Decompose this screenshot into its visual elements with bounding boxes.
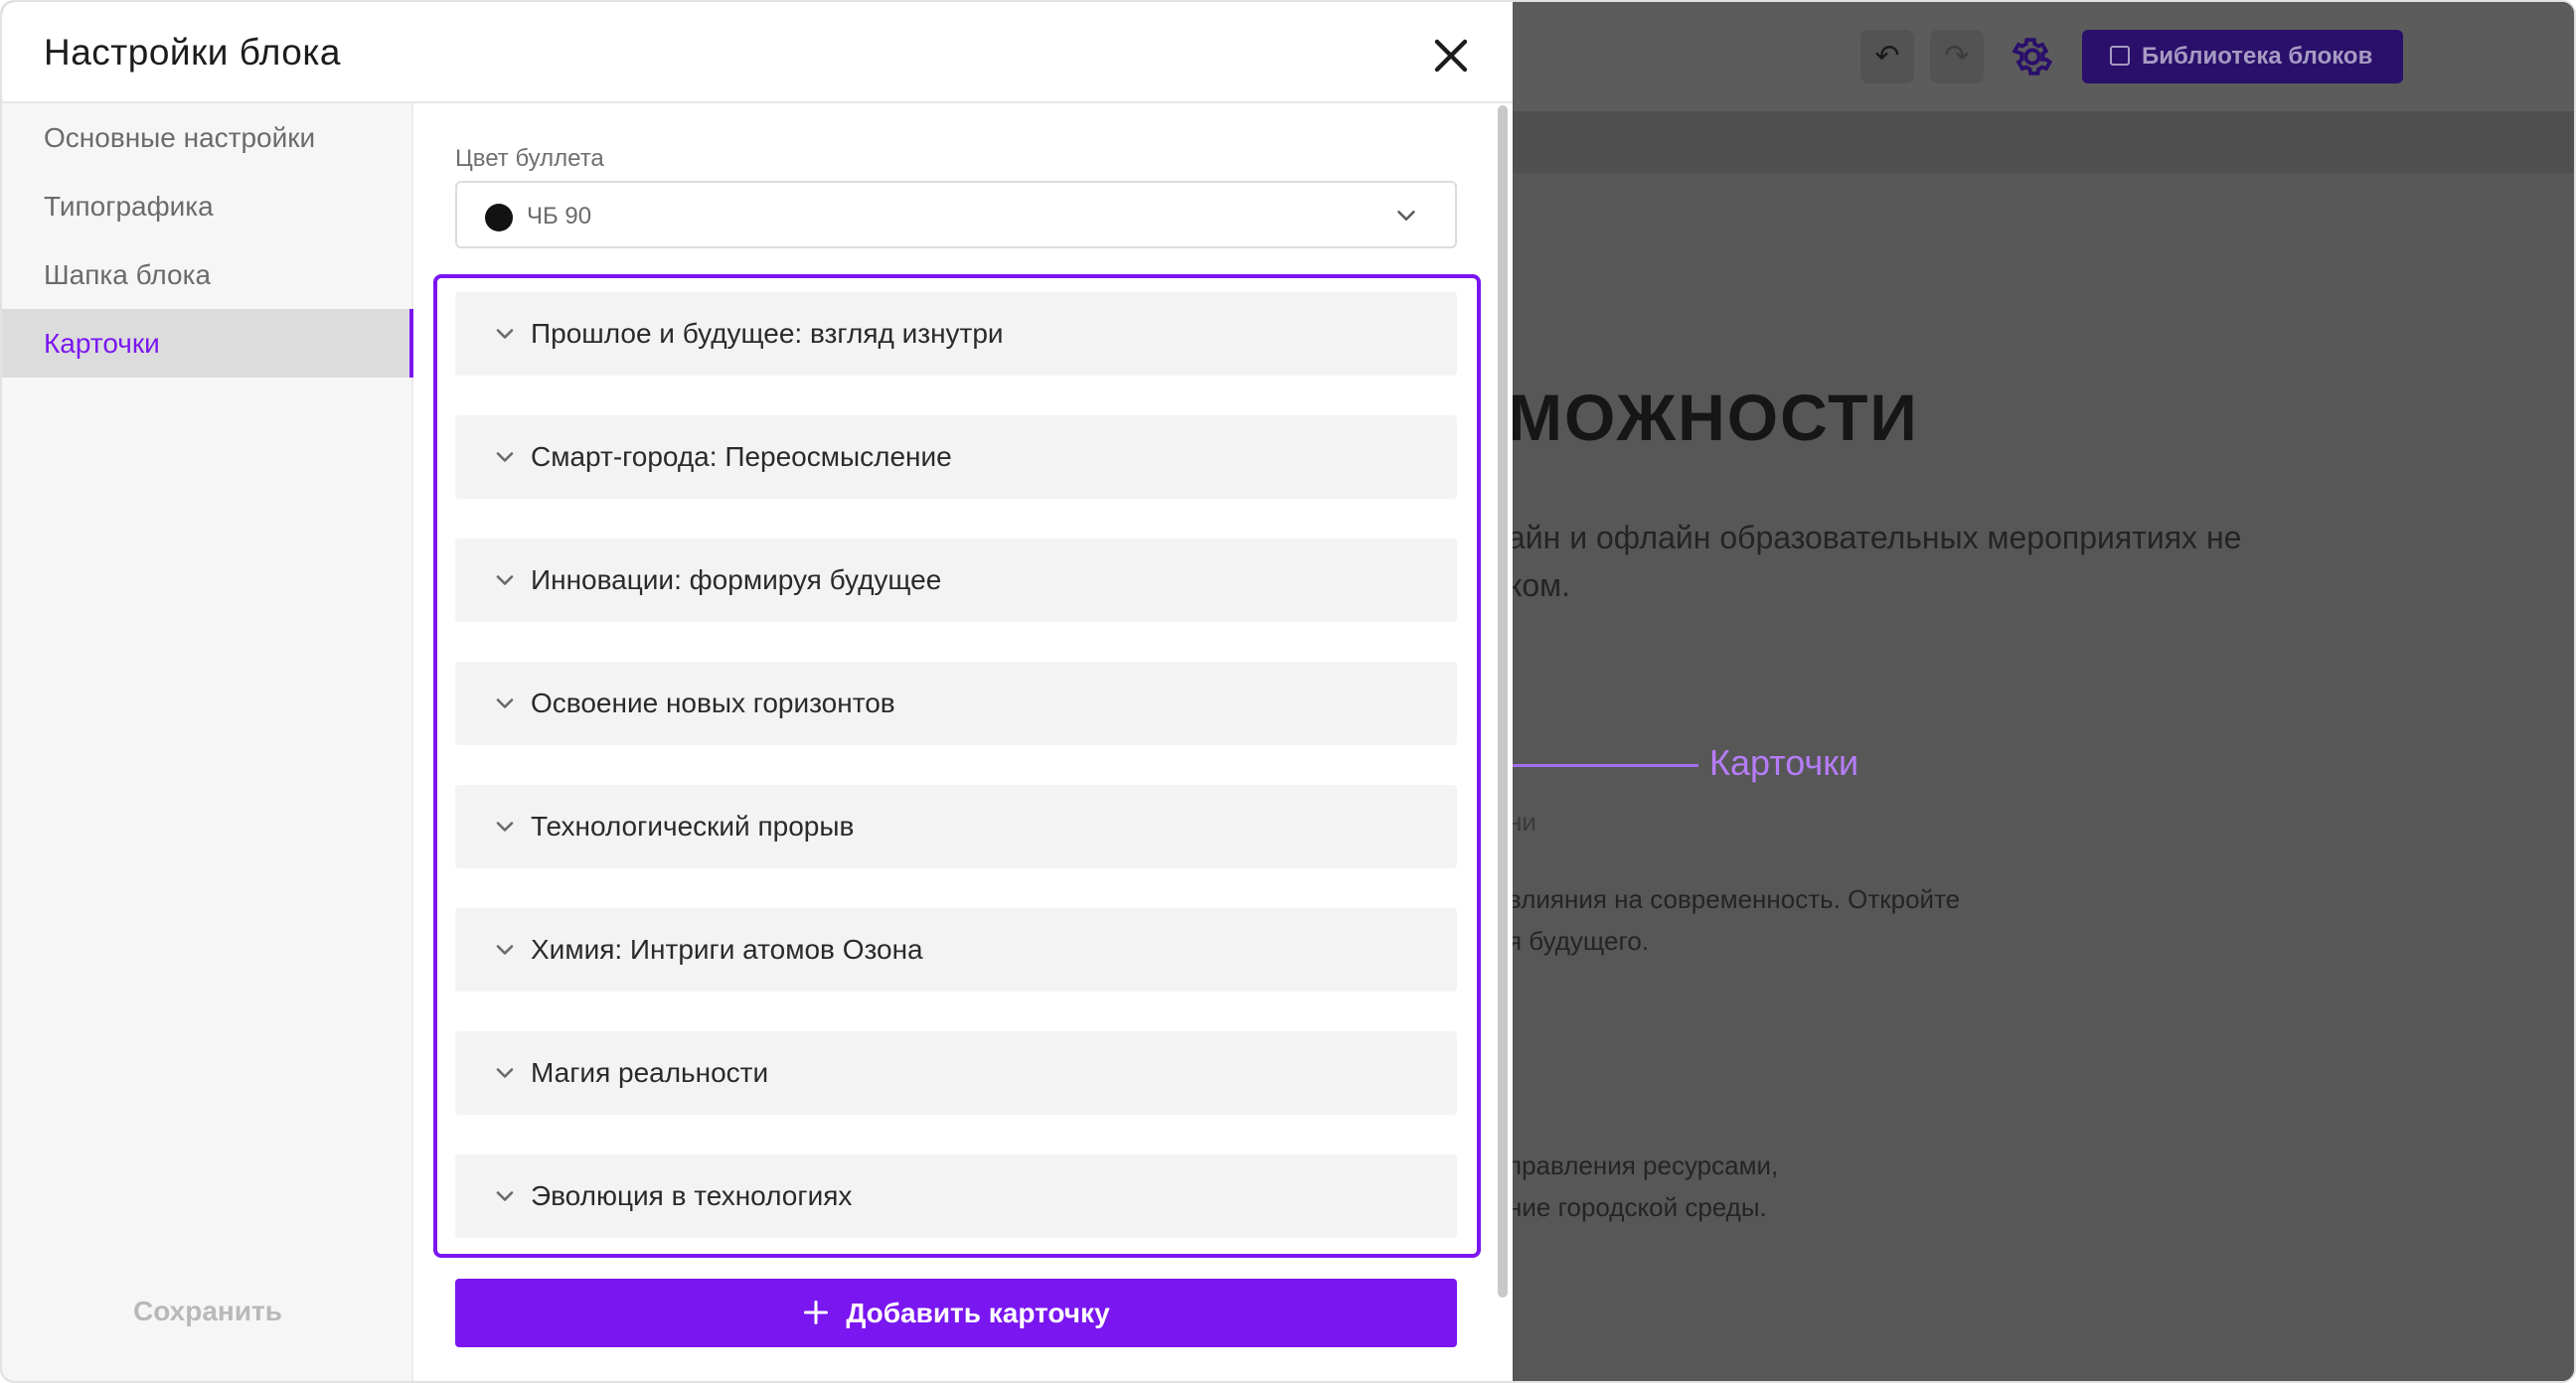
card-title: Технологический прорыв bbox=[531, 811, 855, 842]
sidebar-item-main-settings[interactable]: Основные настройки bbox=[2, 103, 413, 172]
block-library-label: Библиотека блоков bbox=[2142, 43, 2373, 70]
card-title: Смарт-города: Переосмысление bbox=[531, 441, 952, 472]
scrollbar[interactable] bbox=[1498, 105, 1508, 1298]
add-card-button[interactable]: Добавить карточку bbox=[455, 1279, 1457, 1347]
chevron-down-icon bbox=[496, 575, 514, 585]
card-title: Эволюция в технологиях bbox=[531, 1180, 853, 1211]
card-title: Химия: Интриги атомов Озона bbox=[531, 934, 923, 965]
redo-icon[interactable]: ↷ bbox=[1930, 30, 1984, 83]
chevron-down-icon bbox=[496, 452, 514, 462]
sidebar-item-typography[interactable]: Типографика bbox=[2, 172, 413, 240]
app-frame: ↶ ↷ Библиотека блоков МОЖНОСТИ айн и офл… bbox=[0, 0, 2576, 1383]
chevron-down-icon bbox=[496, 1191, 514, 1201]
preview-heading: МОЖНОСТИ bbox=[1508, 381, 1919, 454]
gear-icon[interactable] bbox=[2010, 34, 2055, 79]
bullet-color-value: ЧБ 90 bbox=[527, 203, 592, 230]
save-button[interactable]: Сохранить bbox=[2, 1296, 413, 1327]
chevron-down-icon bbox=[496, 1068, 514, 1078]
block-library-button[interactable]: Библиотека блоков bbox=[2082, 30, 2403, 83]
card-item[interactable]: Магия реальности bbox=[455, 1031, 1457, 1115]
chevron-down-icon bbox=[1397, 211, 1415, 221]
preview-card-text: влияния на современность. Откройте bbox=[1508, 884, 1961, 914]
card-item[interactable]: Прошлое и будущее: взгляд изнутри bbox=[455, 292, 1457, 376]
card-title: Инновации: формируя будущее bbox=[531, 564, 942, 595]
preview-intro-line: ком. bbox=[1508, 567, 1571, 603]
color-swatch bbox=[485, 204, 513, 231]
card-item[interactable]: Освоение новых горизонтов bbox=[455, 662, 1457, 745]
settings-sidebar: Основные настройки Типографика Шапка бло… bbox=[2, 103, 413, 1381]
preview-card-text: правления ресурсами, bbox=[1508, 1151, 1779, 1180]
preview-intro-line: айн и офлайн образовательных мероприятия… bbox=[1508, 520, 2242, 555]
chevron-down-icon bbox=[496, 945, 514, 955]
modal-title: Настройки блока bbox=[44, 32, 341, 73]
card-item[interactable]: Инновации: формируя будущее bbox=[455, 538, 1457, 622]
card-title: Прошлое и будущее: взгляд изнутри bbox=[531, 318, 1004, 349]
image-icon bbox=[2110, 45, 2130, 66]
card-item[interactable]: Эволюция в технологиях bbox=[455, 1154, 1457, 1238]
modal-header: Настройки блока bbox=[2, 2, 1513, 103]
add-card-label: Добавить карточку bbox=[846, 1298, 1110, 1328]
chevron-down-icon bbox=[496, 822, 514, 832]
plus-icon bbox=[804, 1300, 829, 1325]
card-title: Магия реальности bbox=[531, 1057, 769, 1088]
undo-icon[interactable]: ↶ bbox=[1860, 30, 1914, 83]
preview-card-text: ние городской среды. bbox=[1508, 1192, 1767, 1222]
preview-card-text: я будущего. bbox=[1508, 926, 1650, 956]
card-item[interactable]: Технологический прорыв bbox=[455, 785, 1457, 868]
chevron-down-icon bbox=[496, 698, 514, 708]
bullet-color-select[interactable]: ЧБ 90 bbox=[455, 181, 1457, 248]
card-item[interactable]: Химия: Интриги атомов Озона bbox=[455, 908, 1457, 992]
sidebar-item-block-header[interactable]: Шапка блока bbox=[2, 240, 413, 309]
annotation-line bbox=[1490, 764, 1698, 767]
close-icon[interactable] bbox=[1427, 32, 1475, 79]
card-title: Освоение новых горизонтов bbox=[531, 688, 895, 718]
chevron-down-icon bbox=[496, 329, 514, 339]
sidebar-item-cards[interactable]: Карточки bbox=[2, 309, 413, 378]
bullet-color-label: Цвет буллета bbox=[455, 145, 604, 172]
card-item[interactable]: Смарт-города: Переосмысление bbox=[455, 415, 1457, 499]
annotation-label: Карточки bbox=[1709, 742, 1859, 783]
